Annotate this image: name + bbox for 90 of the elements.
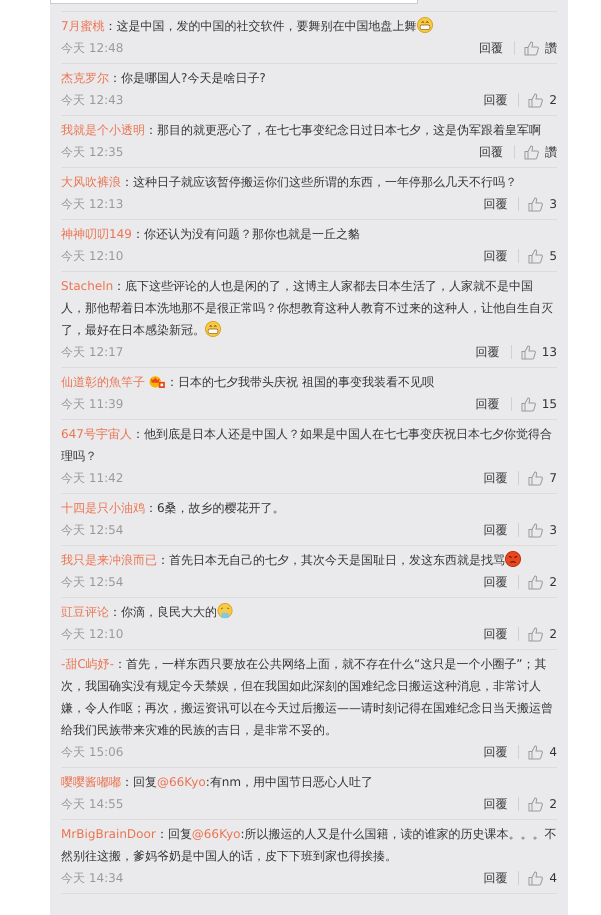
- thumbs-up-icon[interactable]: [528, 796, 544, 812]
- comment-text: 神神叨叨149：你还认为没有问题？那你也就是一丘之貉: [61, 226, 361, 243]
- mention-link[interactable]: @66Kyo: [192, 827, 241, 841]
- grin-emoji-icon: [416, 17, 433, 33]
- comment-time: 今天 12:10: [61, 626, 124, 643]
- comment-time: 今天 12:17: [61, 344, 124, 361]
- thumbs-up-icon[interactable]: [528, 744, 544, 760]
- comment-text: 十四是只小油鸡：6桑，故乡的樱花开了。: [61, 500, 286, 517]
- like-count: 7: [549, 470, 557, 487]
- reply-link[interactable]: 回覆: [476, 393, 500, 415]
- comment-time: 今天 12:13: [61, 196, 124, 213]
- vomit-emoji-icon: [217, 603, 233, 619]
- comment-time: 今天 12:54: [61, 574, 124, 591]
- like-count: 2: [549, 626, 557, 643]
- user-name-link[interactable]: -甜C屿妤-: [61, 657, 114, 671]
- like-count: 2: [549, 92, 557, 109]
- like-count: 2: [549, 574, 557, 591]
- like-count: 4: [549, 744, 557, 761]
- user-name-link[interactable]: 仙道彰的魚竿子: [61, 375, 145, 389]
- reply-link[interactable]: 回覆: [483, 623, 508, 645]
- comment-time: 今天 15:06: [61, 744, 124, 761]
- reply-link[interactable]: 回覆: [483, 867, 508, 889]
- reply-link[interactable]: 回覆: [483, 245, 508, 267]
- like-count: 15: [542, 396, 557, 413]
- comment-time: 今天 12:43: [61, 92, 124, 109]
- comment-text: 仙道彰的魚竿子 ：日本的七夕我带头庆祝 祖国的事变我装看不见呗: [61, 373, 435, 391]
- comment-text: Stacheln：底下这些评论的人也是闲的了，这博主人家都去日本生活了，人家就不是中国人，那他帮着日本洗地那不是很正常吗？你想教育这种人教育不过来的这种人，让他自生自灭了，最好在日本感染新冠。: [61, 278, 554, 339]
- comment-time: 今天 12:54: [61, 522, 124, 539]
- user-name-link[interactable]: 杰克罗尔: [61, 71, 109, 85]
- comment-text: 嘤嘤酱嘟嘟：回复@66Kyo:有nm，用中国节日恶心人吐了: [61, 774, 374, 791]
- user-name-link[interactable]: 我只是来冲浪而已: [61, 553, 157, 567]
- like-count: 3: [549, 522, 557, 539]
- reply-link[interactable]: 回覆: [476, 341, 500, 363]
- comment-time: 今天 14:55: [61, 796, 124, 813]
- reply-link[interactable]: 回覆: [483, 89, 508, 111]
- thumbs-up-icon[interactable]: [528, 626, 544, 642]
- user-name-link[interactable]: Stacheln: [61, 279, 114, 293]
- reply-link[interactable]: 回覆: [483, 793, 508, 815]
- grin-emoji-icon: [205, 321, 221, 337]
- like-count: 3: [549, 196, 557, 213]
- like-count: 讚: [545, 40, 557, 57]
- thumbs-up-icon[interactable]: [524, 144, 539, 160]
- comment-text: 大风吹裤浪：这种日子就应该暂停搬运你们这些所谓的东西，一年停那么几天不行吗？: [61, 174, 518, 191]
- thumbs-up-icon[interactable]: [524, 40, 539, 56]
- comment-text: 我只是来冲浪而已：首先日本无自己的七夕，其次今天是国耻日，发这东西就是找骂: [61, 549, 557, 571]
- reply-link[interactable]: 回覆: [483, 467, 508, 489]
- comment-time: 今天 12:48: [61, 40, 124, 57]
- reply-link[interactable]: 回覆: [479, 37, 503, 59]
- thumbs-up-icon[interactable]: [528, 196, 544, 212]
- user-name-link[interactable]: MrBigBrainDoor: [61, 827, 156, 841]
- user-name-link[interactable]: 神神叨叨149: [61, 227, 132, 241]
- thumbs-up-icon[interactable]: [528, 522, 544, 538]
- reply-link[interactable]: 回覆: [479, 141, 503, 163]
- like-count: 讚: [545, 144, 557, 161]
- like-count: 4: [549, 870, 557, 887]
- thumbs-up-icon[interactable]: [520, 396, 536, 412]
- like-count: 2: [549, 796, 557, 813]
- user-name-link[interactable]: 647号宇宙人: [61, 427, 132, 441]
- user-name-link[interactable]: 7月蜜桃: [61, 19, 105, 33]
- angry-emoji-icon: [505, 551, 521, 567]
- user-name-link[interactable]: 大风吹裤浪: [61, 175, 121, 189]
- comment-text: -甜C屿妤-：首先，一样东西只要放在公共网络上面，就不存在什么“这只是一个小圈子”；其次，我国确实没有规定今天禁娱，但在我国如此深刻的国难纪念日搬运这种消息，非常讨人嫌，令人作呕；再次，搬运资讯可以在今天过后搬运——请时刻记得在国难纪念日当天搬运曾给我们民族带来灾难的民族的吉日，是非常不妥的。: [61, 656, 554, 739]
- user-name-link[interactable]: 豇豆评论: [61, 605, 109, 619]
- thumbs-up-icon[interactable]: [528, 92, 544, 108]
- comment-time: 今天 12:10: [61, 248, 124, 265]
- like-count: 13: [542, 344, 557, 361]
- like-count: 5: [549, 248, 557, 265]
- thumbs-up-icon[interactable]: [528, 870, 544, 886]
- comment-time: 今天 14:34: [61, 870, 124, 887]
- comment-text: 杰克罗尔：你是哪国人?今天是啥日子?: [61, 70, 267, 87]
- comment-text: 豇豆评论：你滴，良民大大的: [61, 601, 557, 623]
- thumbs-up-icon[interactable]: [520, 344, 536, 360]
- thumbs-up-icon[interactable]: [528, 470, 544, 486]
- thumbs-up-icon[interactable]: [528, 574, 544, 590]
- mention-link[interactable]: @66Kyo: [157, 775, 206, 789]
- comment-text: 647号宇宙人：他到底是日本人还是中国人？如果是中国人在七七事变庆祝日本七夕你觉得合理吗？: [61, 426, 553, 465]
- comment-text: 7月蜜桃：这是中国，发的中国的社交软件，要舞别在中国地盘上舞: [61, 15, 557, 37]
- comment-time: 今天 11:39: [61, 396, 124, 413]
- reply-link[interactable]: 回覆: [483, 571, 508, 593]
- comment-text: 我就是个小透明：那目的就更恶心了，在七七事变纪念日过日本七夕，这是伪军跟着皇军啊: [61, 122, 542, 139]
- reply-link[interactable]: 回覆: [483, 519, 508, 541]
- comment-time: 今天 11:42: [61, 470, 124, 487]
- comment-text: MrBigBrainDoor：回复@66Kyo:所以搬运的人又是什么国籍，读的谁家的历史课本。。。不然别往这搬，爹妈爷奶是中国人的话，皮下下班到家也得挨揍。: [61, 826, 557, 865]
- reply-link[interactable]: 回覆: [483, 193, 508, 215]
- user-name-link[interactable]: 我就是个小透明: [61, 123, 145, 137]
- user-name-link[interactable]: 嘤嘤酱嘟嘟: [61, 775, 121, 789]
- reply-link[interactable]: 回覆: [483, 741, 508, 763]
- comment-time: 今天 12:35: [61, 144, 124, 161]
- thumbs-up-icon[interactable]: [528, 248, 544, 264]
- user-name-link[interactable]: 十四是只小油鸡: [61, 501, 145, 515]
